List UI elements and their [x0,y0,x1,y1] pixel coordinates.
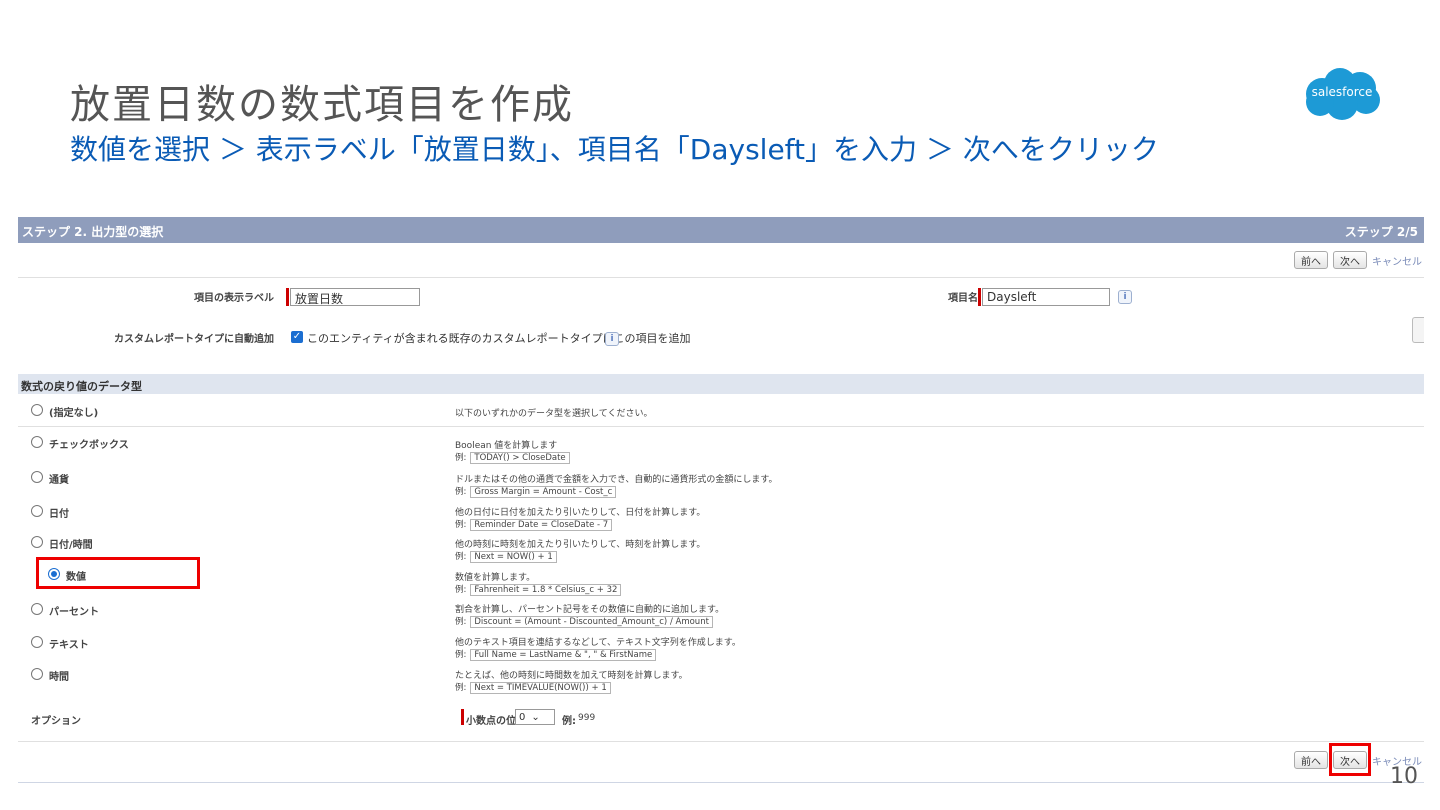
required-marker [461,709,464,725]
required-marker [286,288,289,306]
option-description: たとえば、他の時刻に時間数を加えて時刻を計算します。 [455,671,688,681]
decimal-select[interactable]: 0 ⌄ [515,709,555,725]
options-caption: オプション [31,716,81,727]
highlight-next-box [1329,743,1371,776]
radio-date[interactable] [31,505,43,517]
required-marker [978,288,981,306]
auto-add-text: このエンティティが含まれる既存のカスタムレポートタイプにこの項目を追加 [307,332,691,345]
option-label: チェックボックス [49,440,129,451]
info-icon[interactable]: i [1118,290,1132,304]
decimal-example-value: 999 [578,713,596,723]
decimal-value: 0 [519,711,526,723]
option-description: 以下のいずれかのデータ型を選択してください。 [455,409,653,419]
option-description: 他のテキスト項目を連結するなどして、テキスト文字列を作成します。 [455,638,741,648]
field-label-caption: 項目の表示ラベル [194,293,274,304]
radio-datetime[interactable] [31,536,43,548]
decimal-example-label: 例: [562,716,576,727]
footer-line [18,782,1424,783]
field-label-input[interactable]: 放置日数 [290,288,420,306]
radio-checkbox[interactable] [31,436,43,448]
radio-percent[interactable] [31,603,43,615]
option-example: 例: Next = TIMEVALUE(NOW()) + 1 [455,681,611,694]
step-count: ステップ 2/5 [1344,225,1418,239]
top-button-row: 前へ 次へ キャンセル [1294,250,1424,270]
option-example: 例: Fahrenheit = 1.8 * Celsius_c + 32 [455,583,622,596]
option-label: 通貨 [49,475,69,486]
prev-button-top[interactable]: 前へ [1294,251,1328,269]
option-example: 例: Next = NOW() + 1 [455,550,557,563]
page-number: 10 [1390,764,1418,789]
radio-none[interactable] [31,404,43,416]
option-label: テキスト [49,640,89,651]
radio-currency[interactable] [31,471,43,483]
chevron-down-icon: ⌄ [531,711,540,723]
option-example: 例: Discount = (Amount - Discounted_Amount… [455,615,713,628]
step-header: ステップ 2. 出力型の選択 ステップ 2/5 [18,217,1424,243]
option-description: Boolean 値を計算します [455,441,558,451]
next-button-top[interactable]: 次へ [1333,251,1367,269]
option-description: ドルまたはその他の通貨で金額を入力でき、自動的に通貨形式の金額にします。 [455,475,778,485]
option-description: 他の日付に日付を加えたり引いたりして、日付を計算します。 [455,508,706,518]
section-header: 数式の戻り値のデータ型 [18,374,1424,394]
option-example: 例: TODAY() > CloseDate [455,451,570,464]
field-name-caption: 項目名 [948,293,978,304]
prev-button-bottom[interactable]: 前へ [1294,751,1328,769]
wizard-panel: ステップ 2. 出力型の選択 ステップ 2/5 前へ 次へ キャンセル 項目の表… [18,217,1424,781]
radio-text[interactable] [31,636,43,648]
option-label: (指定なし) [49,408,99,419]
option-label: 日付 [49,509,69,520]
option-description: 割合を計算し、パーセント記号をその数値に自動的に追加します。 [455,605,725,615]
divider [18,426,1424,427]
option-description: 他の時刻に時刻を加えたり引いたりして、時刻を計算します。 [455,540,706,550]
salesforce-logo: salesforce [1300,66,1384,122]
option-label: 日付/時間 [49,540,93,551]
divider [18,741,1424,742]
radio-time[interactable] [31,668,43,680]
side-tab-icon[interactable] [1412,317,1424,343]
divider [18,277,1424,278]
option-example: 例: Reminder Date = CloseDate - 7 [455,518,613,531]
option-label: 時間 [49,672,69,683]
field-name-input[interactable]: Daysleft [982,288,1110,306]
auto-add-caption: カスタムレポートタイプに自動追加 [114,334,274,345]
highlight-number-box [36,557,200,589]
option-description: 数値を計算します。 [455,573,536,583]
slide-title: 放置日数の数式項目を作成 [70,82,574,128]
option-example: 例: Gross Margin = Amount - Cost_c [455,485,617,498]
option-label: パーセント [49,607,99,618]
auto-add-checkbox[interactable]: ✓ [291,331,303,343]
cancel-link-top[interactable]: キャンセル [1372,253,1424,268]
step-title: ステップ 2. 出力型の選択 [22,225,164,239]
slide-subtitle: 数値を選択 ＞ 表示ラベル「放置日数」、項目名「Daysleft」を入力 ＞ 次… [70,133,1159,166]
logo-text: salesforce [1311,85,1373,99]
info-icon[interactable]: i [605,332,619,346]
option-example: 例: Full Name = LastName & ", " & FirstNam… [455,648,657,661]
